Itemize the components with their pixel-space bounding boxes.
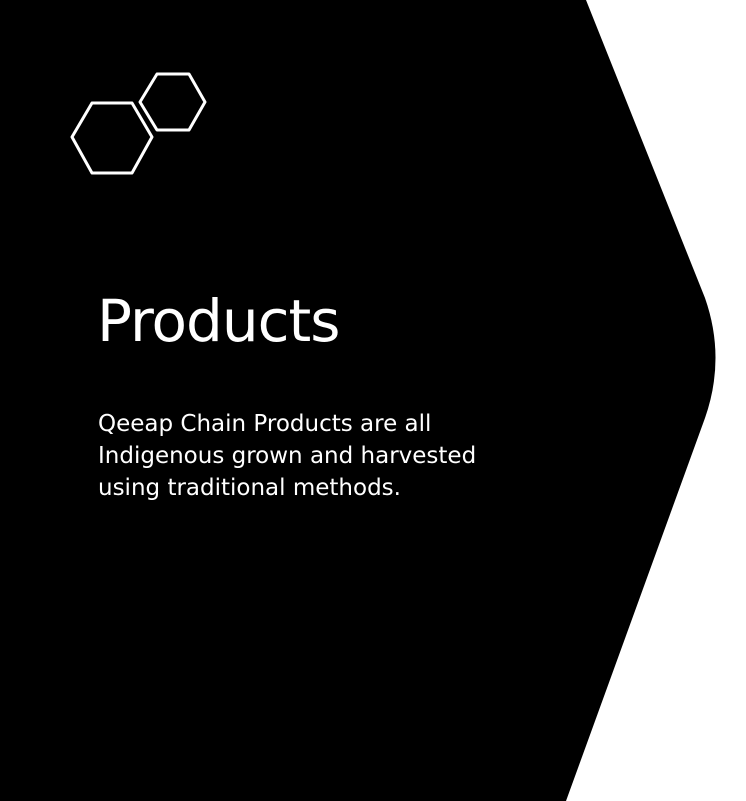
slide-body-text: Qeeap Chain Products are all Indigenous … xyxy=(98,408,518,504)
hexagon-logo-icon xyxy=(70,72,207,175)
body-line-3: using traditional methods. xyxy=(98,475,401,501)
body-line-2: Indigenous grown and harvested xyxy=(98,443,477,469)
body-line-1: Qeeap Chain Products are all xyxy=(98,411,432,437)
small-hexagon-icon xyxy=(138,72,207,132)
slide: Products Qeeap Chain Products are all In… xyxy=(0,0,746,801)
slide-title: Products xyxy=(97,287,340,355)
large-hexagon-icon xyxy=(70,101,154,175)
